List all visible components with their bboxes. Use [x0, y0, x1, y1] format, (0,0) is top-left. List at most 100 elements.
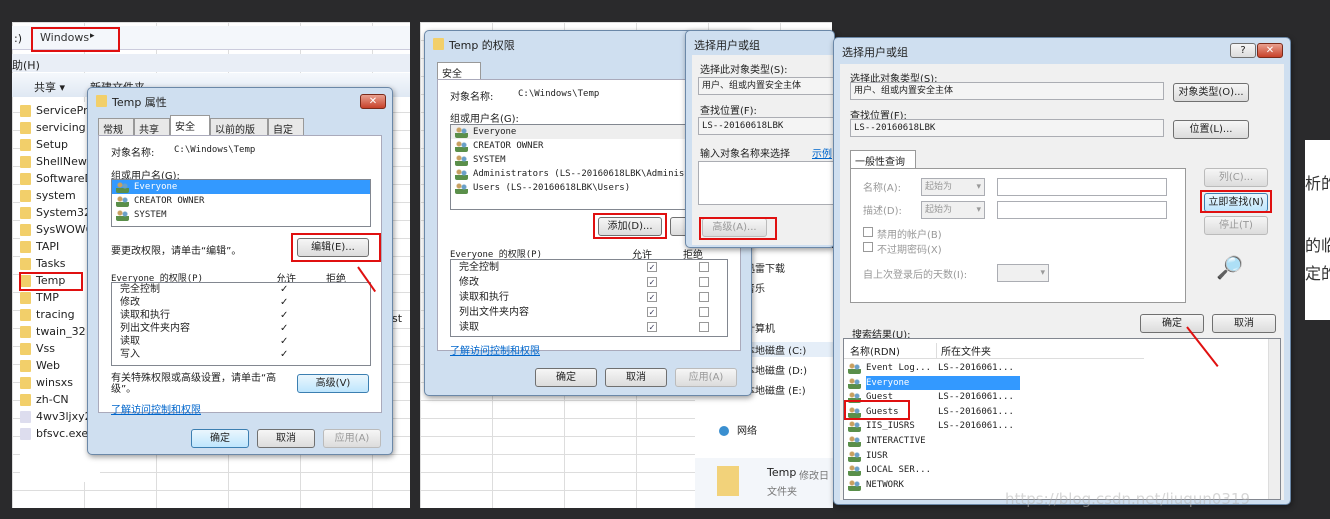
result-row[interactable]: IIS_IUSRS LS--2016061... [844, 419, 1264, 434]
location-field: LS--20160618LBK [698, 117, 838, 135]
close-button[interactable]: ✕ [1257, 43, 1283, 58]
select-user-dialog-back: 选择用户或组 选择此对象类型(S): 用户、组或内置安全主体 查找位置(F): … [685, 30, 842, 248]
folder-icon [96, 95, 112, 107]
nav-item[interactable]: 本地磁盘 (E:) [745, 382, 806, 397]
users-icon [848, 421, 861, 433]
stop-button[interactable]: 停止(T) [1204, 216, 1268, 235]
description-label: 描述(D): [863, 206, 902, 217]
desc-starts-select[interactable]: 起始为 ▾ [921, 201, 985, 219]
ok-button[interactable]: 确定 [1140, 314, 1204, 333]
allow-checkbox[interactable]: ✓ [647, 307, 657, 317]
names-input[interactable] [698, 161, 838, 205]
folder-icon [20, 122, 31, 134]
user-row[interactable]: CREATOR OWNER [112, 194, 370, 208]
file-name: SoftwareD [36, 172, 93, 185]
allow-checkbox[interactable]: ✓ [647, 322, 657, 332]
permission-row: 修改 ✓ [451, 275, 727, 290]
security-tab-panel: 对象名称: C:\Windows\Temp 组或用户名(G): Everyone… [98, 135, 382, 416]
file-name: Vss [36, 342, 55, 355]
folder-icon [20, 156, 31, 168]
examples-link[interactable]: 示例 [812, 145, 832, 160]
results-scrollbar[interactable] [1268, 339, 1280, 499]
result-row[interactable]: LOCAL SER... [844, 463, 1264, 478]
folder-icon [20, 258, 31, 270]
result-row[interactable]: Event Log... LS--2016061... [844, 361, 1264, 376]
allow-checkbox[interactable]: ✓ [647, 277, 657, 287]
column-folder[interactable]: 所在文件夹 [936, 343, 991, 358]
tab-4[interactable]: 自定义 [268, 118, 304, 151]
highlight-box [19, 272, 83, 291]
file-name: winsxs [36, 376, 73, 389]
network-icon [719, 426, 729, 436]
ok-button[interactable]: 确定 [535, 368, 597, 387]
advanced-button[interactable]: 高级(V) [297, 374, 369, 393]
permission-name: 完全控制 [120, 284, 160, 295]
deny-checkbox[interactable] [699, 292, 709, 302]
users-icon [848, 363, 861, 374]
nav-item[interactable]: 本地磁盘 (C:) [745, 342, 835, 357]
folder-icon [20, 173, 31, 185]
permission-name: 读取 [459, 322, 479, 333]
close-icon[interactable]: ✕ [360, 94, 386, 109]
result-row[interactable]: Everyone [844, 375, 1264, 391]
days-select[interactable]: ▾ [997, 264, 1049, 282]
file-name: Tasks [36, 257, 66, 270]
description-input[interactable] [997, 201, 1167, 219]
menu-help[interactable]: 助(H) [12, 57, 40, 73]
user-name: Administrators (LS--20160618LBK\Administ… [473, 169, 696, 179]
allow-checkbox[interactable]: ✓ [647, 262, 657, 272]
users-icon [455, 183, 468, 194]
users-icon [848, 435, 861, 447]
allow-check-icon: ✓ [280, 284, 289, 295]
file-name: twain_32 [36, 325, 86, 338]
permission-name: 读取 [120, 336, 140, 347]
permission-name: 写入 [120, 349, 140, 360]
result-row[interactable]: INTERACTIVE [844, 434, 1264, 449]
cancel-button[interactable]: 取消 [1212, 314, 1276, 333]
watermark: https://blog.csdn.net/liuqun0319 [1005, 490, 1251, 508]
user-row[interactable]: SYSTEM [112, 208, 370, 222]
chevron-down-icon: ▾ [976, 182, 981, 192]
learn-link[interactable]: 了解访问控制和权限 [111, 401, 201, 416]
ok-button[interactable]: 确定 [191, 429, 249, 448]
tab-1[interactable]: 共享 [134, 118, 170, 136]
no-expire-checkbox[interactable] [863, 242, 873, 252]
apply-button[interactable]: 应用(A) [675, 368, 737, 387]
result-name: NETWORK [866, 479, 904, 490]
deny-checkbox[interactable] [699, 277, 709, 287]
locations-button[interactable]: 位置(L)... [1173, 120, 1249, 139]
select-users-dialog: 选择用户或组 ? ✕ 选择此对象类型(S): 用户、组或内置安全主体 对象类型(… [833, 37, 1291, 505]
share-button[interactable]: 共享 ▾ [34, 79, 65, 95]
nav-item[interactable]: 网络 [737, 422, 757, 437]
allow-checkbox[interactable]: ✓ [647, 292, 657, 302]
users-icon [848, 465, 861, 477]
object-types-button[interactable]: 对象类型(O)... [1173, 83, 1249, 102]
disabled-accounts-checkbox[interactable] [863, 227, 873, 237]
tab-2[interactable]: 安全 [170, 115, 210, 135]
learn-link[interactable]: 了解访问控制和权限 [450, 342, 540, 357]
detail-type: 文件夹 [767, 487, 797, 498]
file-name: ShellNew [36, 155, 87, 168]
cancel-button[interactable]: 取消 [257, 429, 315, 448]
name-input[interactable] [997, 178, 1167, 196]
user-name: CREATOR OWNER [473, 141, 544, 151]
users-icon [848, 377, 861, 389]
help-button[interactable]: ? [1230, 43, 1256, 58]
details-pane: Temp 修改日 文件夹 [695, 458, 833, 508]
user-row[interactable]: Everyone [112, 180, 370, 194]
deny-checkbox[interactable] [699, 322, 709, 332]
columns-button[interactable]: 列(C)... [1204, 168, 1268, 187]
user-list[interactable]: Everyone CREATOR OWNER SYSTEM [111, 179, 371, 227]
tab-common-queries[interactable]: 一般性查询 [850, 150, 916, 170]
result-row[interactable]: IUSR [844, 449, 1264, 464]
tab-0[interactable]: 常规 [98, 118, 134, 136]
nav-item[interactable]: 本地磁盘 (D:) [745, 362, 807, 377]
cancel-button[interactable]: 取消 [605, 368, 667, 387]
tab-3[interactable]: 以前的版本 [210, 118, 268, 151]
deny-checkbox[interactable] [699, 262, 709, 272]
apply-button[interactable]: 应用(A) [323, 429, 381, 448]
result-folder: LS--2016061... [938, 392, 1014, 403]
name-starts-select[interactable]: 起始为 ▾ [921, 178, 985, 196]
deny-checkbox[interactable] [699, 307, 709, 317]
column-name[interactable]: 名称(RDN) [850, 343, 900, 358]
